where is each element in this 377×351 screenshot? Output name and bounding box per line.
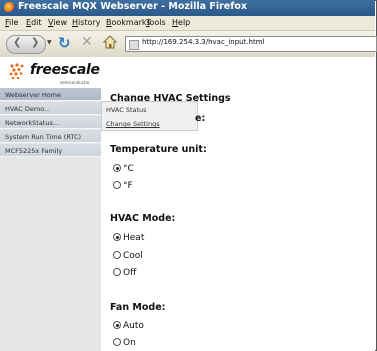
- submenu-item-hvac-status[interactable]: HVAC Status: [106, 106, 147, 114]
- menu-view[interactable]: View: [48, 18, 67, 27]
- hvac-mode-off-option[interactable]: Off: [113, 267, 136, 278]
- sidebar-item-mcf5225x-family[interactable]: MCF5225x Family: [0, 144, 101, 157]
- sidebar-item-hvac-demo[interactable]: HVAC Demo...: [0, 102, 101, 115]
- sidebar: Webserver Home HVAC Demo... NetworkStatu…: [0, 88, 101, 351]
- address-bar[interactable]: http://169.254.3.3/hvac_input.html: [125, 36, 377, 52]
- menu-history[interactable]: History: [72, 18, 100, 27]
- firefox-logo-icon: [4, 2, 15, 13]
- fan-mode-on-label: On: [123, 338, 136, 348]
- menu-bar: File Edit View History Bookmarks Tools H…: [0, 16, 375, 31]
- radio-unselected-icon[interactable]: [113, 338, 121, 346]
- sidebar-item-system-run-time[interactable]: System Run Time (RTC): [0, 130, 101, 143]
- hvac-mode-cool-label: Cool: [123, 251, 143, 261]
- header-band: [101, 57, 375, 89]
- fan-mode-auto-option[interactable]: Auto: [113, 320, 144, 331]
- fan-mode-label: Fan Mode:: [110, 302, 166, 313]
- freescale-logo-icon: [9, 63, 24, 80]
- fan-mode-auto-label: Auto: [123, 321, 144, 331]
- temp-unit-celsius-label: °C: [123, 164, 134, 174]
- history-dropdown-icon[interactable]: ▼: [47, 39, 52, 46]
- temp-unit-fahrenheit-label: °F: [123, 181, 133, 191]
- sidebar-item-network-status[interactable]: NetworkStatus...: [0, 116, 101, 129]
- page-favicon-icon: [129, 40, 139, 50]
- radio-selected-icon[interactable]: [113, 321, 121, 329]
- obscured-heading-tail: e:: [195, 113, 206, 124]
- stop-icon[interactable]: ✕: [81, 34, 93, 50]
- window-title: Freescale MQX Webserver - Mozilla Firefo…: [18, 1, 248, 12]
- fan-mode-on-option[interactable]: On: [113, 337, 136, 348]
- radio-unselected-icon[interactable]: [113, 181, 121, 189]
- back-forward-buttons: ❮ ❯: [6, 35, 46, 54]
- hvac-submenu: HVAC Status Change Settings: [101, 101, 198, 131]
- radio-selected-icon[interactable]: [113, 233, 121, 241]
- hvac-mode-label: HVAC Mode:: [110, 213, 176, 224]
- radio-unselected-icon[interactable]: [113, 268, 121, 276]
- url-text[interactable]: http://169.254.3.3/hvac_input.html: [142, 38, 265, 46]
- freescale-logo-text: freescale: [30, 62, 100, 78]
- menu-edit[interactable]: Edit: [26, 18, 42, 27]
- forward-arrow-icon[interactable]: ❯: [31, 37, 39, 48]
- temp-unit-celsius-option[interactable]: °C: [113, 163, 134, 174]
- hvac-mode-heat-option[interactable]: Heat: [113, 232, 144, 243]
- submenu-item-change-settings[interactable]: Change Settings: [106, 120, 160, 128]
- logo-subtitle: semiconductor: [60, 80, 90, 85]
- radio-unselected-icon[interactable]: [113, 251, 121, 259]
- radio-selected-icon[interactable]: [113, 164, 121, 172]
- hvac-mode-off-label: Off: [123, 268, 137, 278]
- hvac-mode-heat-label: Heat: [123, 233, 145, 243]
- hvac-mode-cool-option[interactable]: Cool: [113, 250, 143, 261]
- home-icon[interactable]: [103, 35, 117, 49]
- temp-unit-fahrenheit-option[interactable]: °F: [113, 180, 133, 191]
- menu-help[interactable]: Help: [172, 18, 190, 27]
- sidebar-item-webserver-home[interactable]: Webserver Home: [0, 88, 101, 101]
- menu-tools[interactable]: Tools: [146, 18, 166, 27]
- title-bar: Freescale MQX Webserver - Mozilla Firefo…: [0, 0, 375, 16]
- menu-file[interactable]: File: [5, 18, 18, 27]
- temperature-unit-label: Temperature unit:: [110, 144, 207, 155]
- back-arrow-icon[interactable]: ❮: [13, 37, 21, 48]
- menu-bookmarks[interactable]: Bookmarks: [106, 18, 151, 27]
- reload-icon[interactable]: ↻: [58, 34, 71, 52]
- navigation-toolbar: ❮ ❯ ▼ ↻ ✕ http://169.254.3.3/hvac_input.…: [0, 31, 377, 58]
